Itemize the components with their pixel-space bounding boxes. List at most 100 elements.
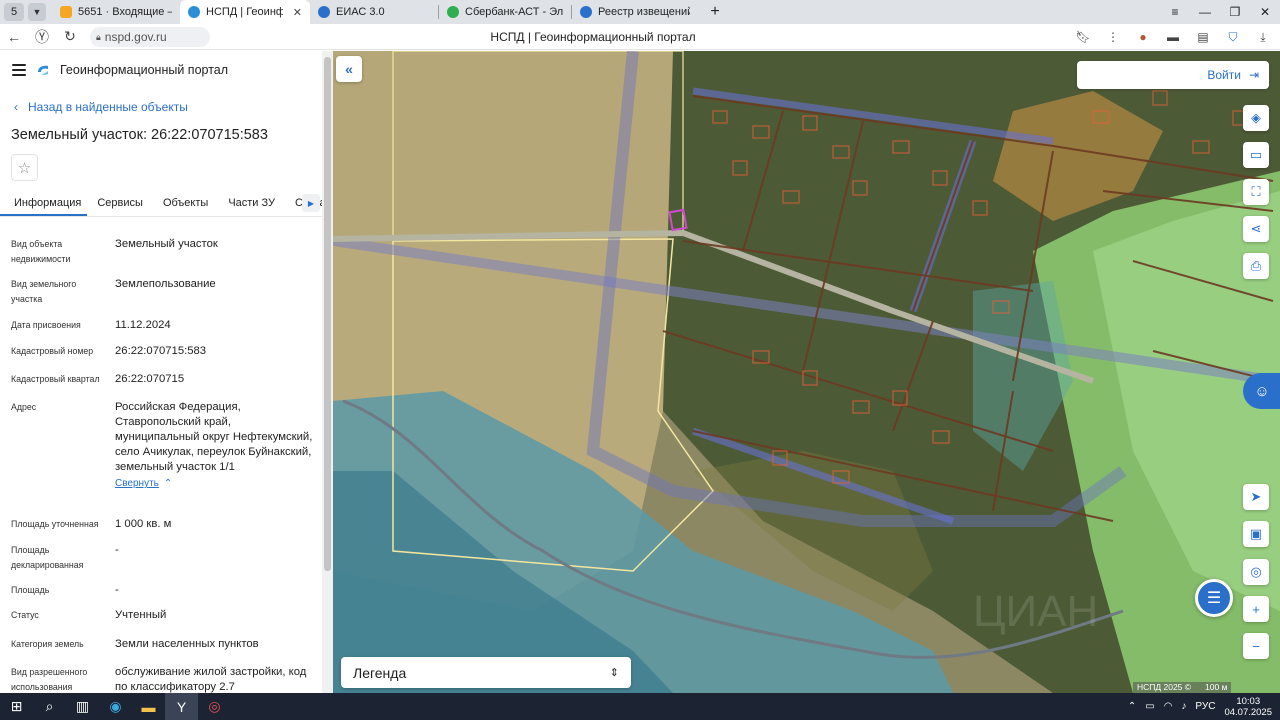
- login-button[interactable]: Войти ⇥: [1077, 61, 1269, 89]
- print-icon: ⎙: [1250, 258, 1262, 273]
- windows-taskbar: ⊞ ⌕ ▥ ◉ ▬ Y ◎ ⌃ ▭ ◠ ♪ РУС 10:03 04.07.20…: [0, 693, 1280, 720]
- property-value: Земельный участок: [115, 238, 218, 250]
- search-icon[interactable]: ⌕: [33, 693, 66, 720]
- geolocation-button[interactable]: ◎: [1243, 559, 1269, 585]
- new-tab-button[interactable]: +: [704, 1, 726, 23]
- tabs-scroll-right-icon[interactable]: ▶: [302, 194, 320, 212]
- property-value: 11.12.2024: [115, 319, 171, 331]
- property-value: -: [115, 584, 119, 596]
- browser-tab-nspd[interactable]: НСПД | Геоинформационный ✕: [180, 0, 310, 24]
- window-controls: ≡ — ❐ ✕: [1160, 0, 1280, 24]
- volume-icon[interactable]: ♪: [1181, 701, 1186, 712]
- app-icon[interactable]: ◎: [198, 693, 231, 720]
- file-explorer-icon[interactable]: ▬: [132, 693, 165, 720]
- scrollbar-thumb[interactable]: [324, 57, 331, 571]
- property-label: Площадь: [11, 585, 50, 595]
- language-indicator[interactable]: РУС: [1195, 701, 1215, 712]
- ruler-button[interactable]: ▭: [1243, 142, 1269, 168]
- svg-text:ЦИАН: ЦИАН: [973, 587, 1098, 636]
- shield-icon[interactable]: ⛉: [1222, 26, 1244, 48]
- legend-dropdown[interactable]: Легенда ⇕: [341, 657, 631, 688]
- ruler-icon: ▭: [1249, 147, 1263, 162]
- assistant-button[interactable]: ☺: [1243, 373, 1280, 409]
- property-label: Кадастровый номер: [11, 346, 94, 356]
- browser-tab-mail[interactable]: 5651 · Входящие — Яндекс: [52, 0, 180, 24]
- print-button[interactable]: ⎙: [1243, 253, 1269, 279]
- geolocation-icon: ◎: [1250, 564, 1262, 579]
- close-tab-icon[interactable]: ✕: [293, 6, 302, 19]
- map-view[interactable]: ЦИАН « Войти ⇥ ◈ ▭ ⛶ ⋖ ⎙ ☺ ➤ ▣ ◎ + − ☰ Л…: [333, 51, 1280, 693]
- chevron-up-icon: ⌃: [163, 478, 173, 489]
- bookmark-icon[interactable]: 🔖︎: [1072, 26, 1094, 48]
- browser-tab-registry[interactable]: Реестр извещений: [572, 0, 698, 24]
- hamburger-menu-icon[interactable]: [12, 64, 26, 76]
- task-view-icon[interactable]: ▥: [66, 693, 99, 720]
- nspd-logo-icon: [38, 65, 48, 75]
- attribution-text: НСПД 2025 ©: [1137, 682, 1192, 692]
- registry-icon: [580, 6, 592, 18]
- tab-list-dropdown[interactable]: ▼: [28, 3, 46, 21]
- favorite-star-button[interactable]: ☆: [11, 154, 38, 181]
- battery-icon[interactable]: ▭: [1145, 701, 1154, 712]
- property-value: Земли населенных пунктов: [115, 638, 259, 650]
- layers-button[interactable]: ◈: [1243, 105, 1269, 131]
- share-icon: ⋖: [1250, 221, 1262, 236]
- chat-button[interactable]: ☰: [1195, 579, 1233, 617]
- locate-button[interactable]: ➤: [1243, 484, 1269, 510]
- app-header: Геоинформационный портал: [0, 51, 332, 89]
- profile-icon[interactable]: ▬: [1162, 26, 1184, 48]
- tab-count-badge[interactable]: 5: [4, 3, 24, 21]
- zoom-out-button[interactable]: −: [1243, 633, 1269, 659]
- extension-icon[interactable]: ●: [1132, 26, 1154, 48]
- tab-objects[interactable]: Объекты: [153, 191, 218, 216]
- network-icon[interactable]: ◠: [1164, 701, 1173, 712]
- collapse-address-link[interactable]: Свернуть ⌃: [115, 476, 172, 491]
- app-name: Геоинформационный портал: [60, 63, 229, 77]
- select-area-icon: ⛶: [1251, 184, 1261, 199]
- address-block: Российская Федерация, Ставропольский кра…: [115, 400, 315, 491]
- back-link-label: Назад в найденные объекты: [28, 100, 188, 114]
- property-value: обслуживание жилой застройки, код по кла…: [115, 666, 307, 693]
- tab-services[interactable]: Сервисы: [87, 191, 153, 216]
- tab-title: Сбербанк-АСТ - Электрон: [465, 6, 563, 18]
- property-label: Вид разрешенного использования: [11, 667, 88, 692]
- chevron-up-icon[interactable]: ⌃: [1128, 701, 1136, 712]
- zoom-in-button[interactable]: +: [1243, 596, 1269, 622]
- object-title: Земельный участок: 26:22:070715:583: [11, 127, 268, 143]
- minimize-icon[interactable]: —: [1190, 5, 1220, 19]
- edge-icon[interactable]: ◉: [99, 693, 132, 720]
- browser-tab-eias[interactable]: ЕИАС 3.0: [310, 0, 438, 24]
- system-tray: ⌃ ▭ ◠ ♪ РУС 10:03 04.07.2025: [1128, 693, 1272, 720]
- chevron-left-icon: ‹: [14, 100, 18, 114]
- assistant-icon: ☺: [1254, 382, 1270, 400]
- property-label: Статус: [11, 610, 39, 620]
- clock[interactable]: 10:03 04.07.2025: [1224, 696, 1272, 718]
- minus-icon: −: [1252, 638, 1260, 654]
- collections-icon[interactable]: ▤: [1192, 26, 1214, 48]
- collapse-label: Свернуть: [115, 478, 159, 489]
- share-button[interactable]: ⋖: [1243, 216, 1269, 242]
- browser-tab-sberbank[interactable]: Сбербанк-АСТ - Электрон: [439, 0, 571, 24]
- yandex-browser-icon[interactable]: Y: [165, 693, 198, 720]
- tab-info[interactable]: Информация: [0, 191, 88, 216]
- object-info-panel: Геоинформационный портал ‹ Назад в найде…: [0, 51, 333, 693]
- panel-scrollbar[interactable]: [322, 51, 333, 693]
- back-to-results-link[interactable]: ‹ Назад в найденные объекты: [14, 100, 188, 114]
- tab-parts[interactable]: Части ЗУ: [218, 191, 285, 216]
- layers-icon: ◈: [1251, 110, 1261, 125]
- tab-title: ЕИАС 3.0: [336, 6, 385, 18]
- windows-start-icon[interactable]: ⊞: [0, 693, 33, 720]
- eias-icon: [318, 6, 330, 18]
- cadastral-map[interactable]: ЦИАН: [333, 51, 1280, 693]
- property-value: 26:22:070715: [115, 373, 185, 385]
- basemap-button[interactable]: ▣: [1243, 521, 1269, 547]
- collapse-panel-button[interactable]: «: [336, 56, 362, 82]
- more-icon[interactable]: ⋮: [1102, 26, 1124, 48]
- close-window-icon[interactable]: ✕: [1250, 5, 1280, 19]
- nspd-icon: [188, 6, 200, 18]
- restore-icon[interactable]: ❐: [1220, 5, 1250, 19]
- download-icon[interactable]: ⤓: [1252, 26, 1274, 48]
- select-area-button[interactable]: ⛶: [1243, 179, 1269, 205]
- basemap-icon: ▣: [1249, 526, 1263, 541]
- menu-icon[interactable]: ≡: [1160, 5, 1190, 19]
